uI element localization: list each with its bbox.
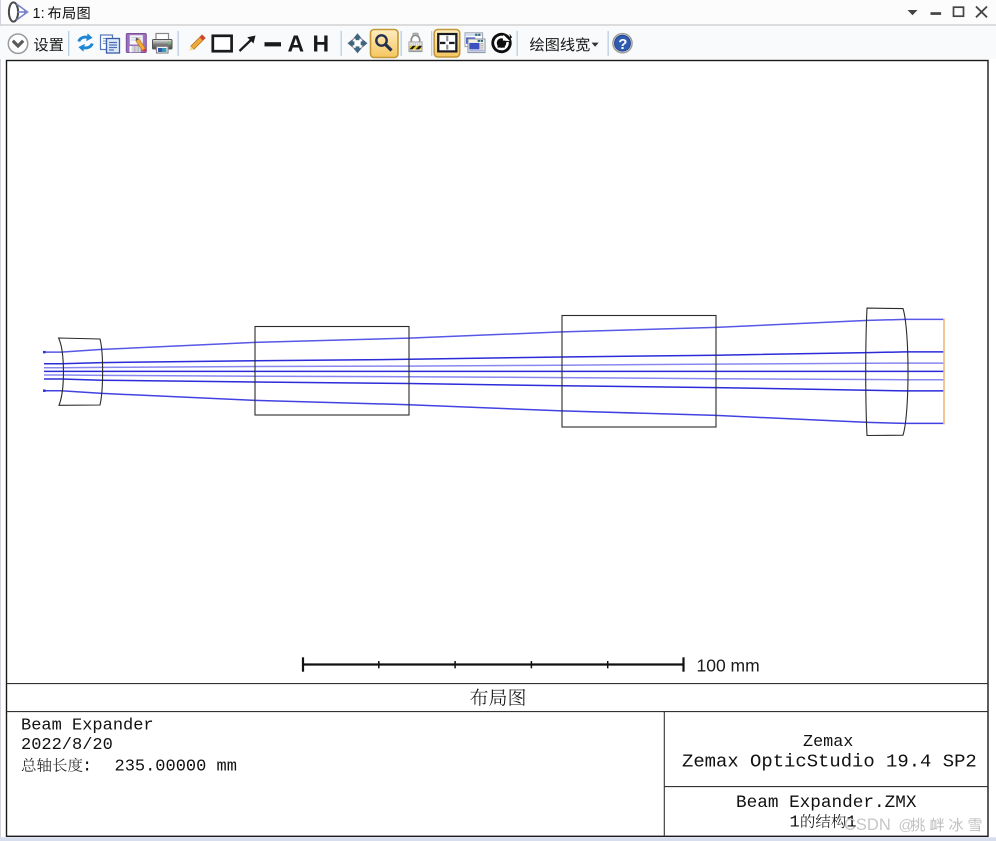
- svg-text:235.00000 mm: 235.00000 mm: [115, 757, 237, 776]
- svg-text:?: ?: [618, 36, 627, 53]
- svg-text:CSDN: CSDN: [844, 816, 891, 834]
- svg-text:A: A: [288, 31, 305, 57]
- svg-text:Zemax: Zemax: [803, 733, 853, 752]
- svg-text:1: 1: [790, 814, 800, 833]
- svg-text:H: H: [313, 31, 330, 57]
- svg-text:Zemax OpticStudio 19.4 SP2: Zemax OpticStudio 19.4 SP2: [682, 750, 977, 772]
- svg-text:2022/8/20: 2022/8/20: [21, 736, 113, 755]
- svg-text:Beam Expander.ZMX: Beam Expander.ZMX: [736, 793, 917, 813]
- svg-text:100 mm: 100 mm: [697, 655, 760, 675]
- svg-text:Beam Expander: Beam Expander: [21, 716, 154, 735]
- svg-text:1:: 1:: [33, 6, 45, 22]
- svg-text::: :: [82, 757, 92, 776]
